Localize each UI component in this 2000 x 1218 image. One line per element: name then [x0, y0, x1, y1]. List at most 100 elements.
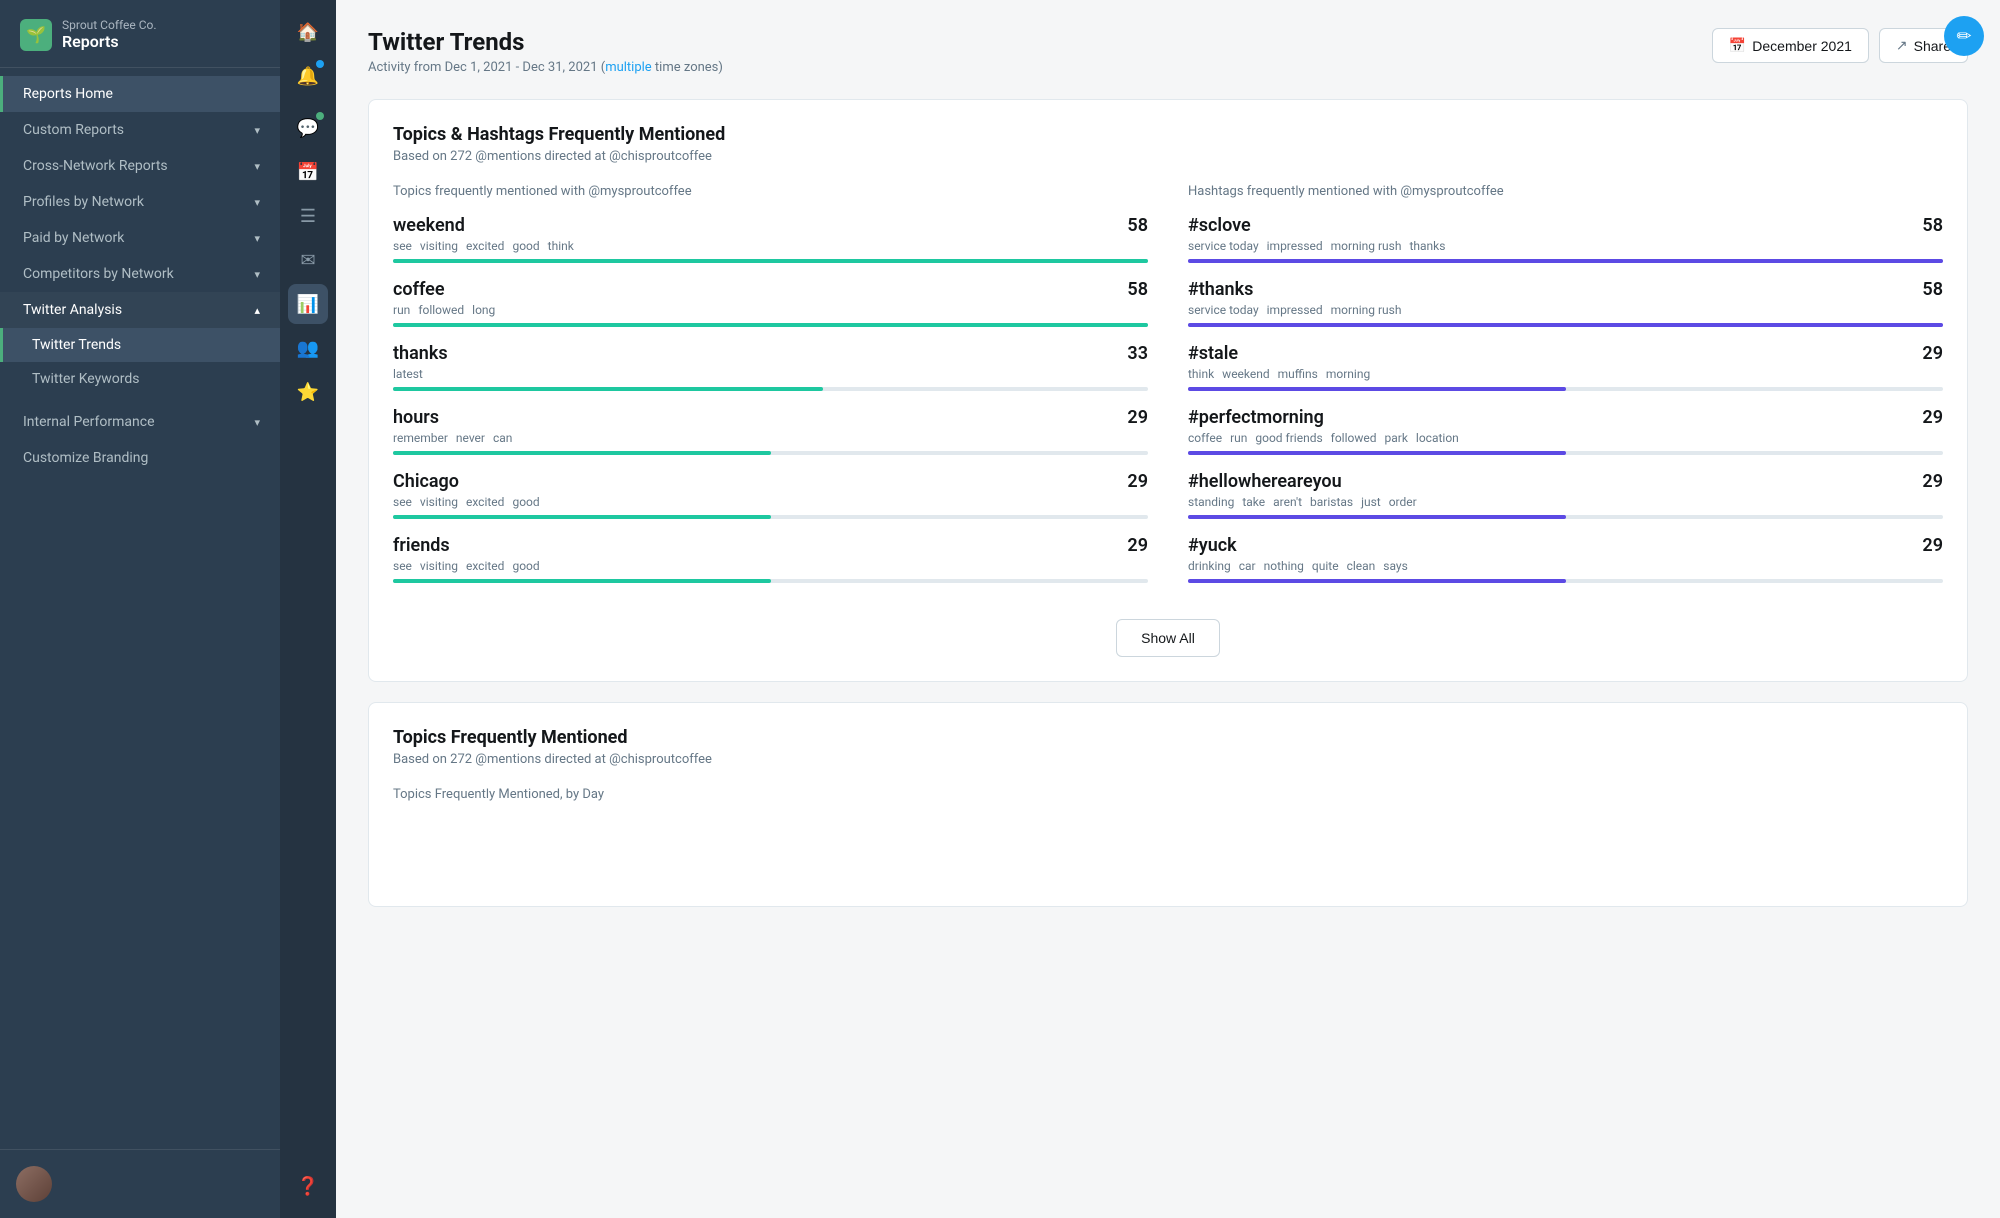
- edit-button[interactable]: ✏: [1944, 16, 1984, 56]
- hashtag-tag: just: [1361, 495, 1381, 509]
- topics-hashtags-card: Topics & Hashtags Frequently Mentioned B…: [368, 99, 1968, 682]
- icon-rail: 🏠 🔔 💬 📅 ☰ ✉ 📊 👥 ⭐ ❓: [280, 0, 336, 1218]
- sidebar-item-reports-home[interactable]: Reports Home: [0, 76, 280, 112]
- card2-subtitle: Based on 272 @mentions directed at @chis…: [393, 752, 1943, 767]
- progress-bar-bg: [1188, 259, 1943, 263]
- hashtag-tag: impressed: [1267, 239, 1323, 253]
- progress-bar-fill: [393, 579, 771, 583]
- page-subtitle: Activity from Dec 1, 2021 - Dec 31, 2021…: [368, 60, 723, 75]
- progress-bar-bg: [393, 579, 1148, 583]
- hashtag-tag: morning rush: [1331, 239, 1402, 253]
- progress-bar-fill: [1188, 579, 1566, 583]
- hashtag-item: #yuck 29 drinkingcarnothingquitecleansay…: [1188, 535, 1943, 583]
- multiple-timezones-link[interactable]: multiple: [605, 60, 652, 75]
- topic-count: 58: [1127, 215, 1148, 236]
- hashtag-tag: coffee: [1188, 431, 1222, 445]
- show-all-button[interactable]: Show All: [1116, 619, 1220, 657]
- sidebar-item-competitors[interactable]: Competitors by Network ▾: [0, 256, 280, 292]
- hashtag-tag: take: [1242, 495, 1265, 509]
- sidebar-item-twitter-trends[interactable]: Twitter Trends: [0, 328, 280, 362]
- home-icon[interactable]: 🏠: [288, 12, 328, 52]
- send-icon[interactable]: ✉: [288, 240, 328, 280]
- progress-bar-fill: [1188, 451, 1566, 455]
- topic-tag: visiting: [420, 239, 458, 253]
- topic-tag: good: [512, 239, 539, 253]
- hashtag-tags: service todayimpressedmorning rushthanks: [1188, 239, 1943, 253]
- sidebar-item-paid[interactable]: Paid by Network ▾: [0, 220, 280, 256]
- progress-bar-bg: [1188, 451, 1943, 455]
- hashtag-tag: followed: [1331, 431, 1377, 445]
- two-col-layout: Topics frequently mentioned with @myspro…: [393, 184, 1943, 599]
- hashtag-name: #stale: [1188, 343, 1238, 364]
- avatar[interactable]: [16, 1166, 52, 1202]
- chevron-down-icon: ▾: [254, 160, 260, 173]
- topic-tags: latest: [393, 367, 1148, 381]
- sidebar-item-twitter-keywords[interactable]: Twitter Keywords: [0, 362, 280, 396]
- sidebar-item-internal-performance[interactable]: Internal Performance ▾: [0, 404, 280, 440]
- subtitle-end: time zones): [652, 60, 723, 75]
- hashtag-tag: car: [1239, 559, 1256, 573]
- topic-item: friends 29 seevisitingexcitedgood: [393, 535, 1148, 583]
- analytics-icon[interactable]: 📊: [288, 284, 328, 324]
- topic-tag: excited: [466, 559, 504, 573]
- progress-bar-fill: [1188, 259, 1943, 263]
- progress-bar-bg: [1188, 387, 1943, 391]
- topic-count: 33: [1127, 343, 1148, 364]
- topic-tags: seevisitingexcitedgood: [393, 559, 1148, 573]
- sidebar-item-profiles[interactable]: Profiles by Network ▾: [0, 184, 280, 220]
- hashtag-item: #stale 29 thinkweekendmuffinsmorning: [1188, 343, 1943, 391]
- hashtag-tag: baristas: [1310, 495, 1353, 509]
- progress-bar-fill: [393, 323, 1148, 327]
- sidebar-item-twitter-analysis[interactable]: Twitter Analysis ▴: [0, 292, 280, 328]
- company-name: Sprout Coffee Co.: [62, 18, 157, 32]
- progress-bar-fill: [393, 387, 823, 391]
- tasks-icon[interactable]: ☰: [288, 196, 328, 236]
- calendar-icon[interactable]: 📅: [288, 152, 328, 192]
- star-icon[interactable]: ⭐: [288, 372, 328, 412]
- topic-tag: never: [456, 431, 485, 445]
- messages-badge: [316, 112, 324, 120]
- sidebar-item-customize-branding[interactable]: Customize Branding: [0, 440, 280, 476]
- progress-bar-bg: [393, 515, 1148, 519]
- topic-name: weekend: [393, 215, 465, 236]
- notifications-icon[interactable]: 🔔: [288, 56, 328, 96]
- hashtag-tag: thanks: [1409, 239, 1445, 253]
- topic-tag: think: [548, 239, 574, 253]
- hashtag-tags: thinkweekendmuffinsmorning: [1188, 367, 1943, 381]
- topic-count: 29: [1127, 535, 1148, 556]
- hashtag-name: #yuck: [1188, 535, 1237, 556]
- logo: 🌱 Sprout Coffee Co. Reports: [20, 18, 260, 51]
- messages-icon[interactable]: 💬: [288, 108, 328, 148]
- show-all-container: Show All: [393, 619, 1943, 657]
- sidebar-item-custom-reports[interactable]: Custom Reports ▾: [0, 112, 280, 148]
- hashtag-tag: says: [1383, 559, 1408, 573]
- topic-tag: can: [493, 431, 512, 445]
- people-icon[interactable]: 👥: [288, 328, 328, 368]
- sidebar-item-cross-network[interactable]: Cross-Network Reports ▾: [0, 148, 280, 184]
- topic-item: coffee 58 runfollowedlong: [393, 279, 1148, 327]
- progress-bar-fill: [1188, 387, 1566, 391]
- hashtag-name: #thanks: [1188, 279, 1253, 300]
- hashtag-name: #perfectmorning: [1188, 407, 1324, 428]
- date-picker-button[interactable]: 📅 December 2021: [1712, 28, 1869, 63]
- page-header: Twitter Trends Activity from Dec 1, 2021…: [368, 28, 1968, 75]
- topic-count: 29: [1127, 471, 1148, 492]
- hashtag-tag: aren't: [1273, 495, 1302, 509]
- hashtag-tag: service today: [1188, 303, 1259, 317]
- sidebar-footer: [0, 1149, 280, 1218]
- hashtag-tag: run: [1230, 431, 1247, 445]
- chevron-down-icon: ▾: [254, 268, 260, 281]
- subtitle-text: Activity from Dec 1, 2021 - Dec 31, 2021…: [368, 60, 605, 75]
- topics-col-header: Topics frequently mentioned with @myspro…: [393, 184, 1148, 199]
- header-actions: 📅 December 2021 ↗ Share: [1712, 28, 1968, 63]
- topic-item: thanks 33 latest: [393, 343, 1148, 391]
- chevron-down-icon: ▾: [254, 124, 260, 137]
- topic-tag: excited: [466, 239, 504, 253]
- topic-name: Chicago: [393, 471, 459, 492]
- help-icon[interactable]: ❓: [288, 1166, 328, 1206]
- progress-bar-fill: [1188, 323, 1943, 327]
- topic-item: Chicago 29 seevisitingexcitedgood: [393, 471, 1148, 519]
- hashtag-count: 29: [1922, 343, 1943, 364]
- hashtag-item: #sclove 58 service todayimpressedmorning…: [1188, 215, 1943, 263]
- hashtag-tag: standing: [1188, 495, 1234, 509]
